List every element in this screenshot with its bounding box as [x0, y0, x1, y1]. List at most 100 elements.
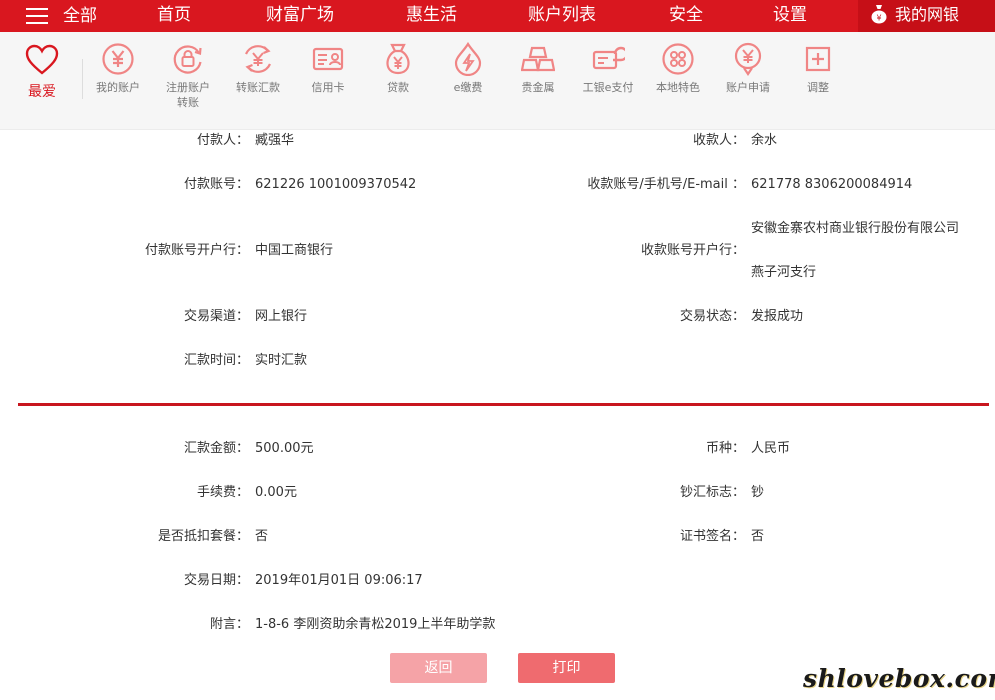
print-button[interactable]: 打印 — [518, 653, 615, 683]
section-divider — [18, 403, 989, 406]
gold-bars-icon — [521, 46, 555, 72]
favorites-button[interactable]: 最爱 — [22, 44, 62, 101]
shortcut-bar: 最爱 我的账户 注册账户 转账 转账汇款 信用卡 贷款 e缴费 贵金属 工银e支… — [0, 32, 995, 130]
shortcut-registered-transfer[interactable]: 注册账户 转账 — [153, 42, 223, 110]
nav-wealth-square[interactable]: 财富广场 — [266, 0, 334, 32]
my-ebank-label: 我的网银 — [895, 5, 960, 24]
shortcut-label: 账户申请 — [726, 81, 770, 94]
payee-value: 余水 — [751, 133, 778, 148]
channel-value: 网上银行 — [255, 309, 308, 324]
shortcut-transfer[interactable]: 转账汇款 — [223, 42, 293, 95]
nav-security[interactable]: 安全 — [669, 0, 703, 32]
currency-value: 人民币 — [751, 441, 791, 456]
money-bag-icon — [386, 43, 410, 75]
shortcut-label: 信用卡 — [311, 81, 345, 94]
plus-square-icon — [805, 46, 831, 72]
payer-label: 付款人： — [196, 133, 249, 148]
shortcut-adjust[interactable]: 调整 — [783, 42, 853, 95]
lock-refresh-icon — [173, 45, 202, 74]
shortcut-label: 调整 — [807, 81, 829, 94]
payee-bank-value-line1: 安徽金寨农村商业银行股份有限公司 — [751, 221, 960, 236]
nav-life[interactable]: 惠生活 — [406, 0, 457, 32]
cash-flag-value: 钞 — [751, 485, 765, 500]
detail-row-accounts: 付款账号： 621226 1001009370542 收款账号/手机号/E-ma… — [0, 175, 995, 195]
top-navigation: 全部 首页 财富广场 惠生活 账户列表 安全 设置 ¥ 我的网银 — [0, 0, 995, 36]
payer-account-label: 付款账号： — [183, 177, 249, 192]
memo-label: 附言： — [209, 617, 249, 632]
fee-value: 0.00元 — [255, 485, 297, 500]
shortcut-precious-metal[interactable]: 贵金属 — [503, 42, 573, 95]
date-value: 2019年01月01日 09:06:17 — [255, 573, 423, 588]
favorites-label: 最爱 — [28, 84, 56, 100]
shortcut-label: 工银e支付 — [582, 81, 634, 94]
package-label: 是否抵扣套餐： — [157, 529, 249, 544]
payee-bank-value-line2: 燕子河支行 — [751, 265, 817, 280]
yen-circle-icon — [102, 43, 134, 75]
detail-row-payer: 付款人： 臧强华 收款人： 余水 — [0, 131, 995, 151]
cert-sign-value: 否 — [751, 529, 765, 544]
detail-row-date: 交易日期： 2019年01月01日 09:06:17 — [0, 571, 995, 591]
payee-account-label: 收款账号/手机号/E-mail ： — [587, 177, 745, 192]
detail-row-fee: 手续费： 0.00元 钞汇标志： 钞 — [0, 483, 995, 503]
nav-all-menu[interactable]: 全部 — [26, 0, 97, 32]
dots-circle-icon — [662, 43, 694, 75]
credit-card-icon — [312, 47, 344, 71]
money-bag-icon: ¥ — [871, 4, 887, 23]
yen-transfer-icon — [244, 45, 272, 73]
detail-row-amount: 汇款金额： 500.00元 币种： 人民币 — [0, 439, 995, 459]
detail-row-memo: 附言： 1-8-6 李刚资助余青松2019上半年助学款 — [0, 615, 995, 635]
fee-label: 手续费： — [196, 485, 249, 500]
shortcut-e-payment[interactable]: e缴费 — [433, 42, 503, 95]
payee-account-value: 621778 8306200084914 — [751, 177, 913, 192]
my-ebank-button[interactable]: ¥ 我的网银 — [858, 0, 995, 36]
shortcut-my-account[interactable]: 我的账户 — [83, 42, 153, 95]
status-label: 交易状态： — [679, 309, 745, 324]
heart-icon — [25, 44, 59, 75]
nav-home[interactable]: 首页 — [157, 0, 191, 32]
payer-bank-value: 中国工商银行 — [255, 243, 334, 258]
e-pay-card-icon — [592, 46, 625, 70]
shortcut-label: 转账汇款 — [236, 81, 280, 94]
shortcut-label: 贷款 — [387, 81, 409, 94]
watermark: shlovebox.com — [803, 664, 995, 693]
detail-row-banks: 付款账号开户行： 中国工商银行 收款账号开户行： — [0, 241, 995, 261]
shortcut-label: e缴费 — [453, 81, 483, 94]
nav-all-label: 全部 — [63, 6, 97, 26]
detail-row-package: 是否抵扣套餐： 否 证书签名： 否 — [0, 527, 995, 547]
shortcut-local-feature[interactable]: 本地特色 — [643, 42, 713, 95]
remit-time-value: 实时汇款 — [255, 353, 308, 368]
amount-label: 汇款金额： — [183, 441, 249, 456]
status-value: 发报成功 — [751, 309, 804, 324]
currency-label: 币种： — [705, 441, 745, 456]
payer-account-value: 621226 1001009370542 — [255, 177, 417, 192]
shortcut-label-line2: 转账 — [177, 96, 199, 109]
channel-label: 交易渠道： — [183, 309, 249, 324]
remit-time-label: 汇款时间： — [183, 353, 249, 368]
detail-row-channel-status: 交易渠道： 网上银行 交易状态： 发报成功 — [0, 307, 995, 327]
payee-bank-label: 收款账号开户行： — [640, 243, 745, 258]
yen-pin-icon — [734, 42, 762, 76]
svg-text:¥: ¥ — [876, 13, 881, 22]
nav-account-list[interactable]: 账户列表 — [528, 0, 596, 32]
nav-settings[interactable]: 设置 — [773, 0, 807, 32]
date-label: 交易日期： — [183, 573, 249, 588]
shortcut-credit-card[interactable]: 信用卡 — [293, 42, 363, 95]
shortcut-icbc-epay[interactable]: 工银e支付 — [573, 42, 643, 95]
shortcut-label: 贵金属 — [521, 81, 555, 94]
shortcut-label: 本地特色 — [656, 81, 700, 94]
lightning-drop-icon — [454, 42, 482, 76]
package-value: 否 — [255, 529, 269, 544]
cert-sign-label: 证书签名： — [679, 529, 745, 544]
shortcut-label: 我的账户 — [96, 81, 140, 94]
detail-row-remit-time: 汇款时间： 实时汇款 — [0, 351, 995, 371]
shortcut-label-line1: 注册账户 — [166, 81, 210, 94]
payer-value: 臧强华 — [255, 133, 295, 148]
hamburger-icon — [26, 7, 48, 25]
amount-value: 500.00元 — [255, 441, 314, 456]
shortcut-label: 注册账户 转账 — [153, 80, 223, 110]
cash-flag-label: 钞汇标志： — [679, 485, 745, 500]
back-button[interactable]: 返回 — [390, 653, 487, 683]
shortcut-account-apply[interactable]: 账户申请 — [713, 42, 783, 95]
memo-value: 1-8-6 李刚资助余青松2019上半年助学款 — [255, 617, 496, 632]
shortcut-loan[interactable]: 贷款 — [363, 42, 433, 95]
